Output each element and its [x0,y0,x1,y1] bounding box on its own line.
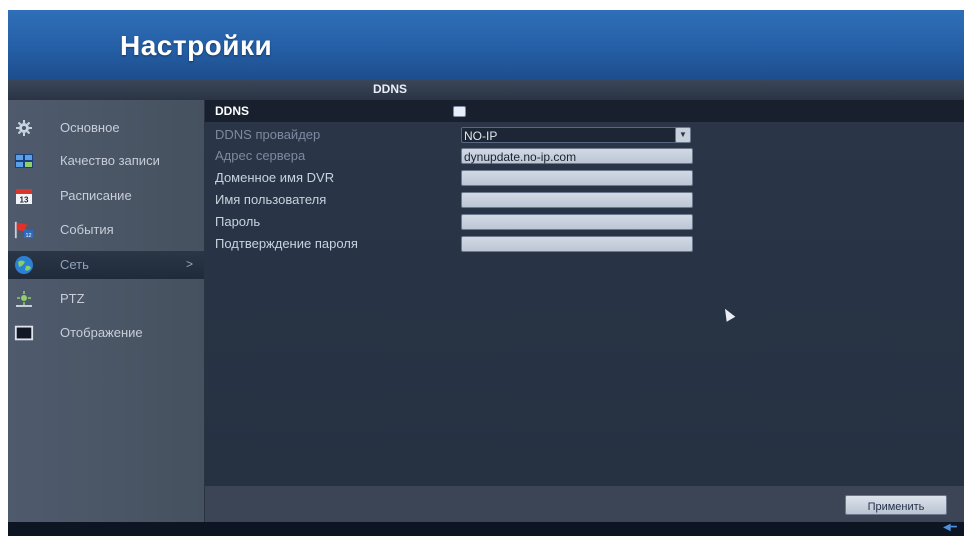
section-title: DDNS [373,82,408,96]
apply-button[interactable]: Применить [845,495,947,515]
ptz-camera-icon [14,289,34,309]
ddns-provider-label: DDNS провайдер [215,127,321,142]
globe-icon [14,255,34,275]
gear-icon [14,118,34,138]
event-flag-icon: 12 [14,220,34,240]
header: Настройки [8,10,964,80]
svg-text:13: 13 [20,196,29,205]
sidebar: Основное Качество записи 13 Расписание 1… [8,100,205,522]
sidebar-item-label: События [60,222,114,237]
monitor-icon [14,323,34,343]
sidebar-item-ptz[interactable]: PTZ [8,285,204,313]
sidebar-item-label: Сеть [60,257,89,272]
back-arrow-icon[interactable]: ◀━ [943,522,957,533]
grid-icon [14,151,34,171]
password-label: Пароль [215,214,261,229]
footer-bar: Применить [205,486,964,522]
sidebar-item-label: Основное [60,120,120,135]
calendar-icon: 13 [14,186,34,206]
sidebar-item-label: Качество записи [60,153,160,168]
sidebar-item-events[interactable]: 12 События [8,216,204,244]
confirm-password-label: Подтверждение пароля [215,236,358,251]
sidebar-item-record-quality[interactable]: Качество записи [8,147,204,175]
dvr-domain-field[interactable] [461,170,693,186]
sidebar-item-label: PTZ [60,291,85,306]
ddns-settings-panel: DDNS DDNS провайдер NO-IP ▼ Адрес сервер… [205,100,964,486]
page-title: Настройки [120,30,273,61]
username-label: Имя пользователя [215,192,327,207]
server-address-label: Адрес сервера [215,148,306,163]
bottom-bar: ◀━ [8,522,964,536]
dvr-domain-label: Доменное имя DVR [215,170,335,185]
svg-text:12: 12 [26,233,32,239]
ddns-enable-row: DDNS [205,100,964,122]
section-bar: DDNS [8,80,964,101]
username-field[interactable] [461,192,693,208]
sidebar-item-label: Расписание [60,188,132,203]
password-field[interactable] [461,214,693,230]
confirm-password-field[interactable] [461,236,693,252]
mouse-cursor-icon [720,306,736,322]
sidebar-item-schedule[interactable]: 13 Расписание [8,182,204,210]
sidebar-item-general[interactable]: Основное [8,114,204,142]
sidebar-item-network[interactable]: Сеть > [8,251,204,279]
ddns-enable-label: DDNS [215,104,250,118]
dvr-screen: Настройки DDNS Основное Качество записи … [8,10,964,536]
chevron-down-icon[interactable]: ▼ [675,127,691,143]
chevron-right-icon: > [186,257,194,271]
sidebar-item-label: Отображение [60,325,143,340]
ddns-enable-checkbox[interactable] [453,106,466,117]
ddns-provider-select[interactable]: NO-IP [461,127,679,143]
sidebar-item-display[interactable]: Отображение [8,319,204,347]
server-address-field[interactable]: dynupdate.no-ip.com [461,148,693,164]
